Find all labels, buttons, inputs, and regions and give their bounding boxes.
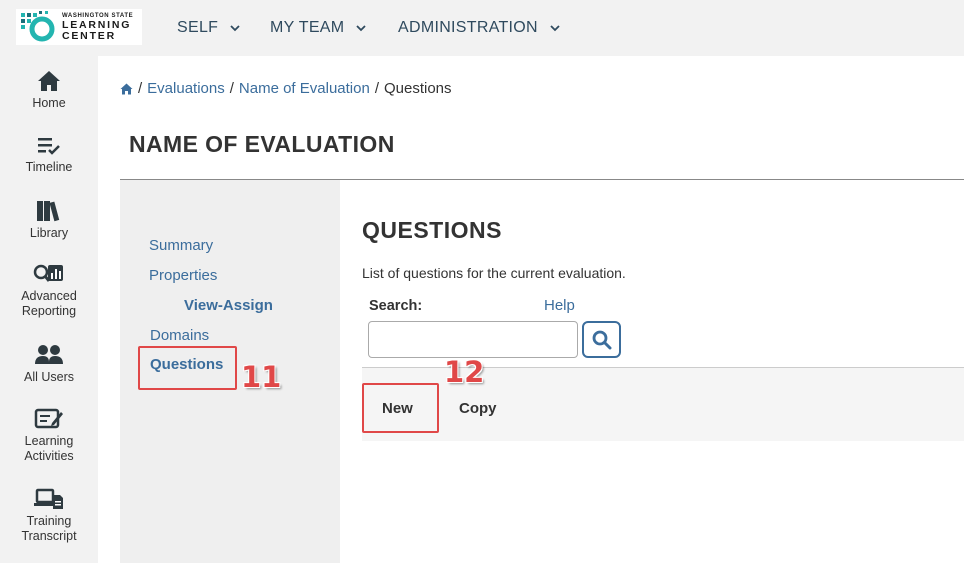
chevron-down-icon [550, 25, 560, 32]
users-icon [35, 345, 63, 364]
search-icon [592, 330, 611, 349]
home-icon[interactable] [120, 83, 133, 95]
sidebar-item-advanced-reporting[interactable]: Advanced Reporting [0, 263, 98, 319]
subnav-item-view-assign[interactable]: View-Assign [184, 297, 273, 314]
search-input[interactable] [368, 321, 578, 358]
laptop-doc-icon [34, 488, 63, 509]
breadcrumb: / Evaluations / Name of Evaluation / Que… [120, 80, 452, 97]
nav-my-team[interactable]: MY TEAM [270, 0, 367, 56]
subnav-item-summary[interactable]: Summary [149, 237, 213, 254]
help-link[interactable]: Help [544, 297, 575, 314]
chevron-down-icon [230, 25, 240, 32]
copy-button[interactable]: Copy [459, 400, 497, 417]
highlight-new-button [362, 383, 439, 433]
sidebar-item-timeline[interactable]: Timeline [0, 136, 98, 175]
sidebar-item-label: Advanced Reporting [21, 289, 77, 318]
callout-12: 12 [444, 355, 485, 389]
search-chart-icon [33, 264, 63, 282]
breadcrumb-separator: / [374, 80, 379, 97]
sidebar-item-learning-activities[interactable]: Learning Activities [0, 408, 98, 464]
chevron-down-icon [356, 25, 367, 32]
sidebar-item-label: Learning Activities [24, 434, 74, 463]
search-button[interactable] [582, 321, 621, 358]
breadcrumb-separator: / [229, 80, 234, 97]
sidebar-item-library[interactable]: Library [0, 200, 98, 241]
edit-list-icon [34, 408, 63, 429]
page-title: NAME OF EVALUATION [129, 131, 395, 157]
books-icon [37, 201, 60, 222]
breadcrumb-current: Questions [383, 80, 452, 97]
sidebar-item-training-transcript[interactable]: Training Transcript [0, 488, 98, 544]
left-sidebar: Home Timeline Library Advanced Reporting [0, 56, 98, 563]
nav-my-team-label: MY TEAM [270, 19, 345, 36]
sidebar-item-label: Training Transcript [21, 514, 77, 543]
sidebar-item-label: Library [29, 226, 69, 240]
nav-self-label: SELF [177, 19, 219, 36]
washington-state-learning-center-logo[interactable]: WASHINGTON STATE LEARNING CENTER [16, 9, 142, 45]
breadcrumb-link-name-of-evaluation[interactable]: Name of Evaluation [239, 80, 370, 97]
search-label: Search: [369, 298, 423, 314]
breadcrumb-separator: / [138, 80, 143, 97]
sidebar-item-all-users[interactable]: All Users [0, 344, 98, 385]
nav-administration-label: ADMINISTRATION [398, 19, 538, 36]
logo-small-text: WASHINGTON STATE [62, 12, 134, 19]
section-description: List of questions for the current evalua… [362, 265, 626, 281]
nav-self[interactable]: SELF [177, 0, 240, 56]
sidebar-item-home[interactable]: Home [0, 70, 98, 111]
logo-mark-icon [21, 11, 55, 42]
logo-line-1: LEARNING [62, 18, 132, 31]
subnav-item-properties[interactable]: Properties [149, 267, 217, 284]
highlight-questions [138, 346, 237, 390]
callout-11: 11 [241, 360, 282, 394]
subnav-item-domains[interactable]: Domains [150, 327, 209, 344]
list-check-icon [38, 138, 60, 155]
section-title: QUESTIONS [362, 217, 502, 243]
nav-administration[interactable]: ADMINISTRATION [398, 0, 560, 56]
breadcrumb-link-evaluations[interactable]: Evaluations [147, 80, 225, 97]
top-navigation-bar: WASHINGTON STATE LEARNING CENTER SELF MY… [0, 0, 964, 56]
sidebar-item-label: Timeline [25, 160, 73, 174]
sidebar-item-label: All Users [23, 370, 74, 384]
sidebar-item-label: Home [32, 96, 66, 110]
logo-line-2: CENTER [62, 30, 116, 42]
home-icon [38, 71, 60, 91]
